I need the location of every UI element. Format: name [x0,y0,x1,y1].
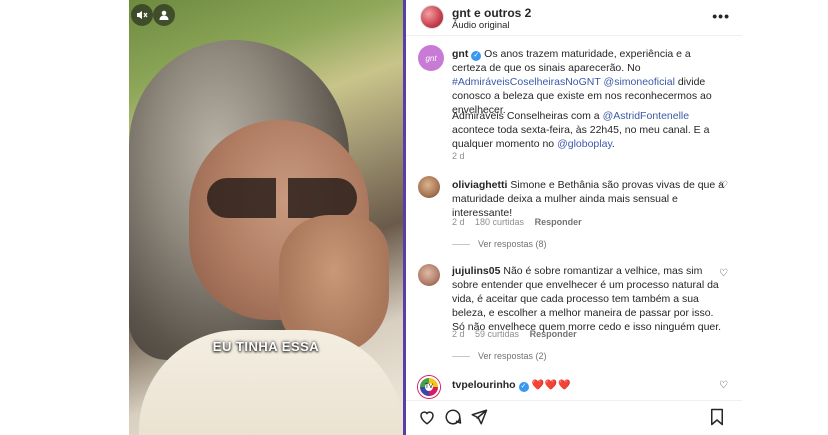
author-name[interactable]: gnt e outros 2 [452,6,531,20]
bookmark-icon[interactable] [708,408,726,426]
comment-username[interactable]: oliviaghetti [452,179,507,191]
instagram-post-modal: EU TINHA ESSA gnt e outros 2 Áudio origi… [0,0,828,435]
mention-astrid[interactable]: @AstridFontenelle [603,110,690,122]
more-horizontal-icon[interactable]: ••• [712,8,730,24]
comment-text: tvpelourinho ✓ ❤️❤️❤️ [452,378,727,393]
post-details-panel: gnt e outros 2 Áudio original ••• gnt gn… [406,0,742,435]
caption-time: 2 d [452,151,465,161]
comment-meta: 2 d 180 curtidas Responder [452,217,582,227]
post-actions-bar [406,400,742,435]
mention-simone[interactable]: @simoneoficial [604,76,675,88]
comment-text: jujulins05 Não é sobre romantizar a velh… [452,265,722,333]
heart-icon[interactable] [418,408,436,426]
comment-like-heart-icon[interactable]: ♡ [719,380,728,391]
comment-avatar[interactable]: TV [418,376,440,398]
author-avatar[interactable] [420,5,444,29]
user-tag-icon[interactable] [153,4,175,26]
verified-icon: ✓ [518,382,529,392]
heart-emojis: ❤️❤️❤️ [531,380,572,391]
caption-author[interactable]: gnt [452,48,468,60]
comment-icon[interactable] [444,408,462,426]
view-replies-button[interactable]: Ver respostas (8) [452,239,547,249]
post-header: gnt e outros 2 Áudio original ••• [406,0,742,36]
reply-button[interactable]: Responder [535,217,582,227]
comment-like-heart-icon[interactable]: ♡ [719,268,728,279]
comment-username[interactable]: jujulins05 [452,265,500,277]
view-replies-button[interactable]: Ver respostas (2) [452,351,547,361]
video-sunglasses [207,178,357,218]
sound-off-icon[interactable] [131,4,153,26]
audio-label[interactable]: Áudio original [452,20,510,31]
verified-icon: ✓ [471,51,482,61]
comment-likes[interactable]: 59 curtidas [475,329,519,339]
comment-avatar[interactable] [418,264,440,286]
comment-like-heart-icon[interactable]: ♡ [719,180,728,191]
comment-meta: 2 d 59 curtidas Responder [452,329,577,339]
comment-username[interactable]: tvpelourinho [452,379,516,391]
post-video[interactable]: EU TINHA ESSA [129,0,403,435]
gnt-avatar[interactable]: gnt [418,45,444,71]
caption-text-2: Admiráveis Conselheiras com a @AstridFon… [452,110,710,150]
globoplay-link[interactable]: @globoplay [557,138,612,150]
comment-text: oliviaghetti Simone e Bethânia são prova… [452,179,724,219]
comment-avatar[interactable] [418,176,440,198]
share-icon[interactable] [470,408,488,426]
comment-likes[interactable]: 180 curtidas [475,217,524,227]
video-subtitle: EU TINHA ESSA [212,339,320,354]
caption-text-1: gnt ✓ Os anos trazem maturidade, experiê… [452,48,712,116]
reply-button[interactable]: Responder [530,329,577,339]
hashtag-link[interactable]: #AdmiráveisCoselheirasNoGNT [452,76,601,88]
